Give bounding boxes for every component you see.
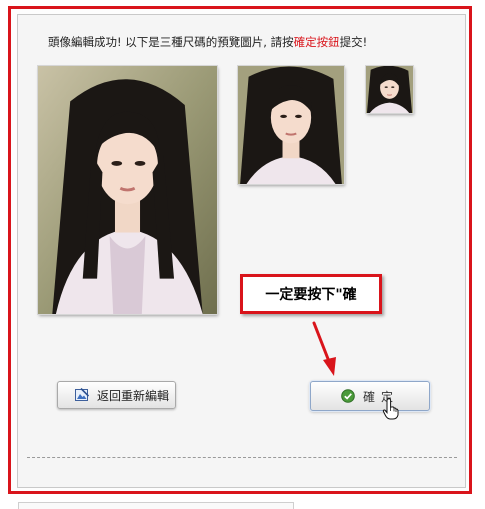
success-message: 頭像編輯成功! 以下是三種尺碼的預覽圖片, 請按確定按鈕提交! bbox=[48, 34, 367, 50]
back-to-edit-button[interactable]: 返回重新編輯 bbox=[57, 381, 176, 409]
image-edit-icon bbox=[75, 388, 89, 401]
confirm-button[interactable]: 確定 bbox=[310, 381, 430, 411]
avatar-preview-small bbox=[366, 66, 413, 113]
avatar-preview-medium bbox=[238, 66, 344, 184]
portrait-image bbox=[38, 66, 217, 314]
portrait-image bbox=[238, 66, 344, 184]
red-arrow-icon bbox=[312, 321, 336, 376]
hand-cursor-icon bbox=[382, 398, 399, 420]
avatar-preview-large bbox=[38, 66, 217, 314]
portrait-image bbox=[366, 66, 413, 113]
instruction-callout: 一定要按下"確 bbox=[240, 274, 382, 314]
message-highlight: 確定按鈕 bbox=[293, 35, 340, 49]
check-circle-icon bbox=[341, 389, 355, 403]
message-text-after: 提交! bbox=[339, 35, 368, 49]
back-button-label: 返回重新編輯 bbox=[97, 388, 170, 403]
dotted-divider bbox=[27, 457, 457, 458]
lower-section-box bbox=[18, 502, 294, 509]
message-text-before: 頭像編輯成功! 以下是三種尺碼的預覽圖片, 請按 bbox=[48, 35, 294, 49]
